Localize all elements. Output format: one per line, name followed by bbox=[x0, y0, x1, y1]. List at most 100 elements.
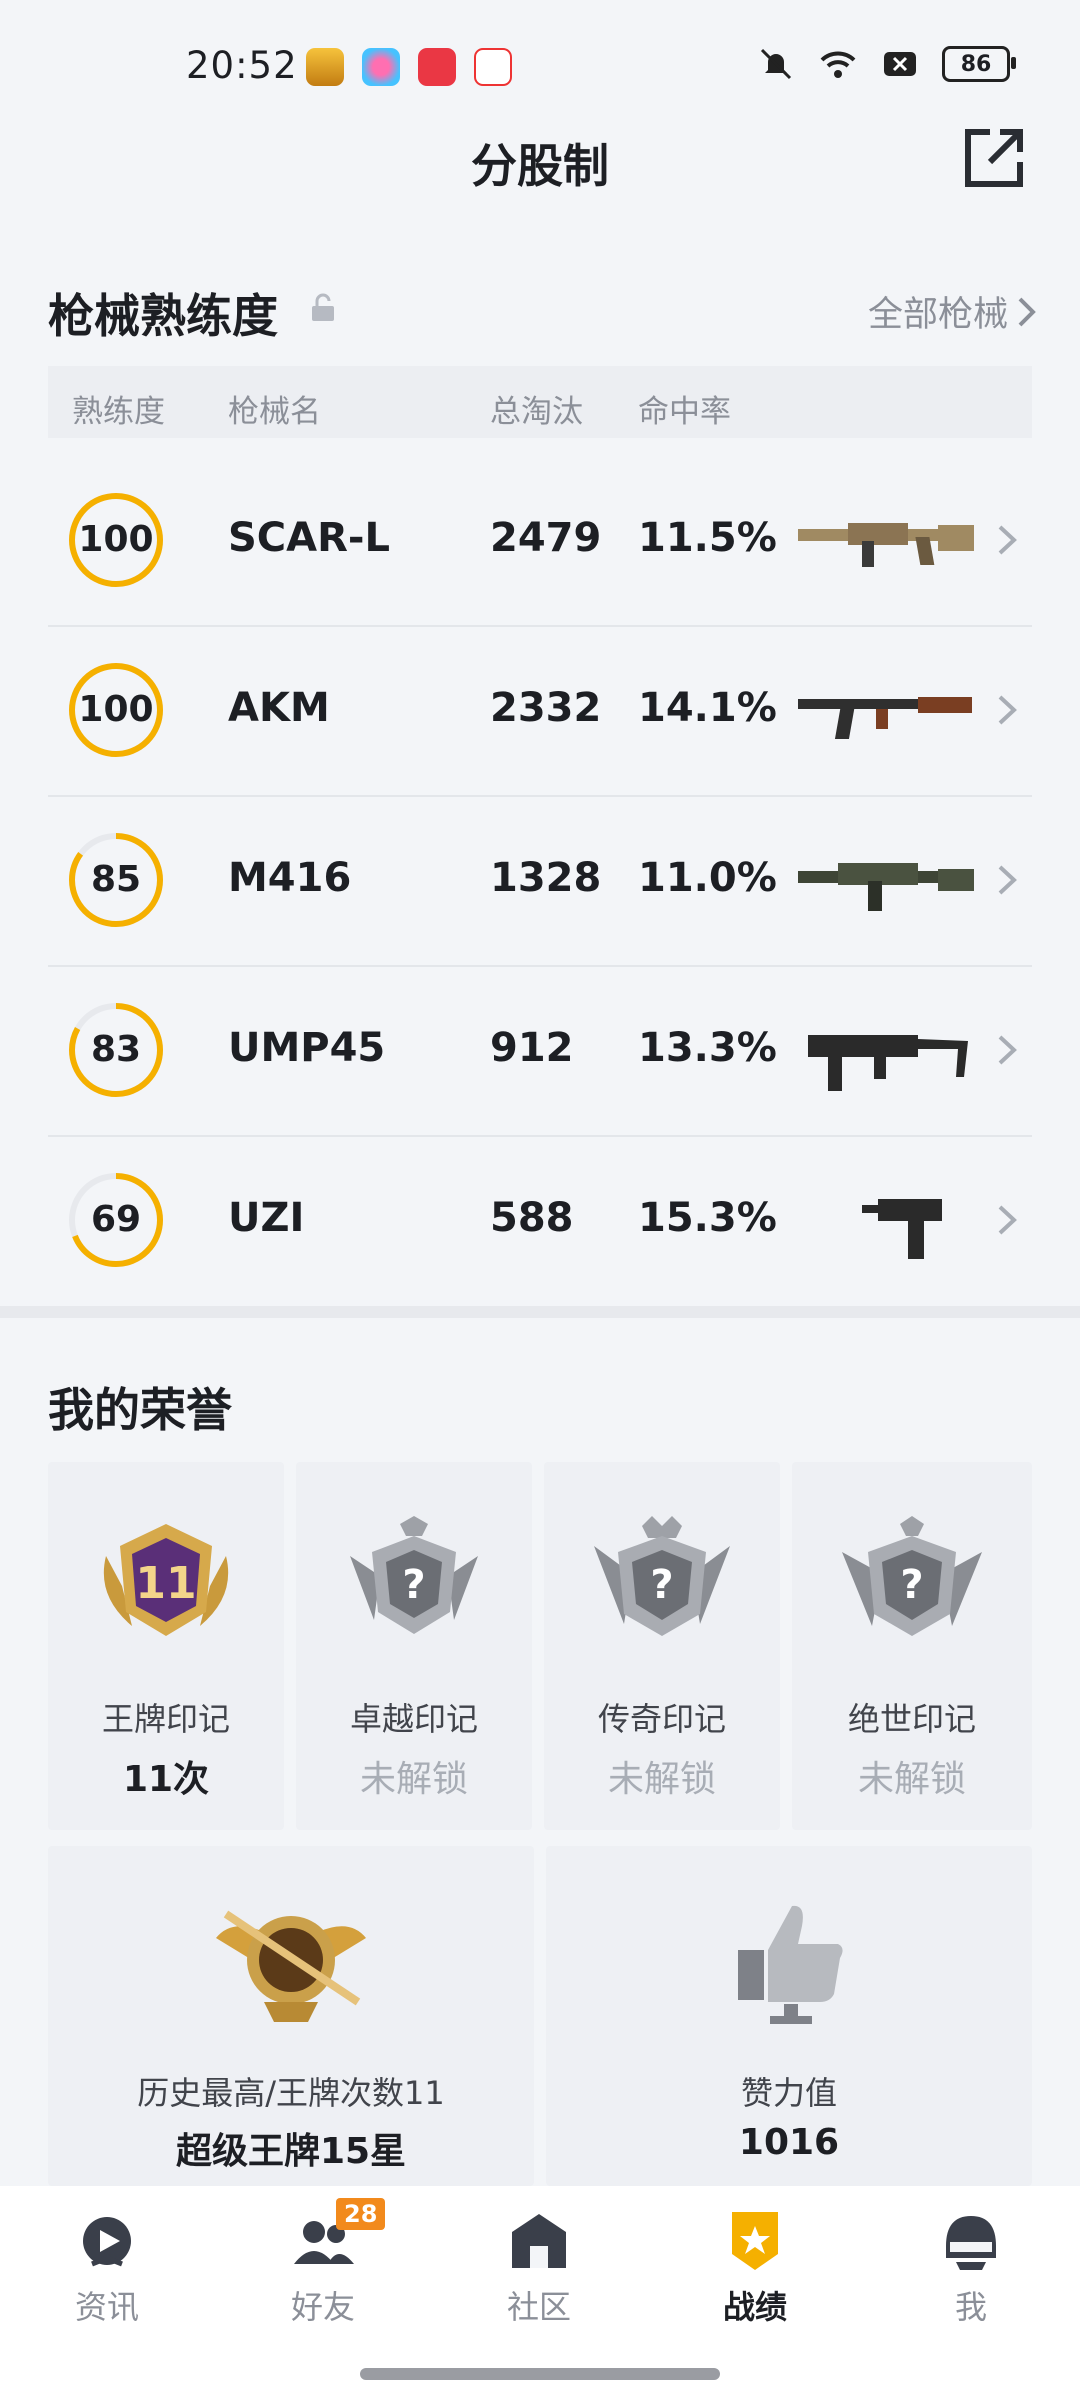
rifle-icon bbox=[798, 863, 974, 911]
battery-indicator: 86 bbox=[942, 46, 1016, 82]
helmet-avatar-icon bbox=[946, 2216, 996, 2270]
honor-name: 传奇印记 bbox=[597, 1700, 726, 1738]
weapon-name: M416 bbox=[228, 855, 352, 901]
all-weapons-link[interactable]: 全部枪械 bbox=[868, 286, 1038, 337]
stats-badge-icon bbox=[732, 2212, 778, 2270]
community-home-icon bbox=[512, 2214, 566, 2268]
unlock-icon[interactable] bbox=[310, 293, 336, 323]
rifle-icon bbox=[798, 697, 972, 739]
nav-label: 好友 bbox=[290, 2288, 355, 2326]
weapon-row[interactable]: 85 M416 1328 11.0% bbox=[48, 795, 1032, 967]
weapon-name: AKM bbox=[228, 685, 330, 731]
nav-label: 我 bbox=[954, 2288, 987, 2326]
ace-mark-badge-icon: 11 bbox=[103, 1524, 229, 1636]
honor-value: 11次 bbox=[122, 1759, 210, 1800]
chevron-right-icon bbox=[1018, 297, 1036, 326]
proficiency-value: 85 bbox=[90, 859, 142, 900]
honor-value: 未解锁 bbox=[607, 1759, 716, 1800]
honor-card-excellence[interactable]: ? 卓越印记 未解锁 bbox=[296, 1462, 532, 1830]
honor-value: 未解锁 bbox=[359, 1759, 468, 1800]
notification-icons bbox=[306, 48, 512, 86]
weapon-name: UMP45 bbox=[228, 1025, 386, 1071]
weapon-kills: 2332 bbox=[490, 685, 602, 731]
chevron-right-icon bbox=[998, 1035, 1017, 1065]
home-indicator[interactable] bbox=[360, 2368, 720, 2380]
weapon-hit-rate: 11.0% bbox=[638, 855, 777, 901]
column-header: 枪械名 bbox=[228, 394, 321, 430]
weapon-hit-rate: 13.3% bbox=[638, 1025, 777, 1071]
weapon-name: SCAR-L bbox=[228, 515, 391, 561]
app-notification-icon bbox=[306, 48, 344, 86]
honor-card-legend[interactable]: ? 传奇印记 未解锁 bbox=[544, 1462, 780, 1830]
nav-item-community[interactable]: 社区 bbox=[464, 2206, 614, 2328]
weapon-kills: 588 bbox=[490, 1195, 574, 1241]
app-header: 分股制 bbox=[0, 110, 1080, 210]
ace-mark-number: 11 bbox=[135, 1558, 196, 1609]
svg-text:?: ? bbox=[650, 1562, 673, 1608]
honor-name: 王牌印记 bbox=[101, 1700, 230, 1738]
chevron-right-icon bbox=[998, 695, 1017, 725]
mute-icon bbox=[760, 48, 792, 80]
honor-value: 超级王牌15星 bbox=[175, 2131, 407, 2172]
history-highest-card[interactable]: 历史最高/王牌次数11 超级王牌15星 bbox=[48, 1846, 534, 2186]
honor-value: 1016 bbox=[738, 2122, 840, 2163]
nav-item-friends[interactable]: 28 好友 bbox=[248, 2198, 398, 2328]
locked-mark-badge-icon: ? bbox=[842, 1516, 982, 1636]
weapon-hit-rate: 11.5% bbox=[638, 515, 777, 561]
weapon-kills: 1328 bbox=[490, 855, 602, 901]
honor-value: 未解锁 bbox=[857, 1759, 966, 1800]
nav-label: 战绩 bbox=[722, 2288, 787, 2326]
weapon-section-title: 枪械熟练度 bbox=[48, 289, 278, 343]
nav-label: 社区 bbox=[506, 2288, 571, 2326]
weapon-table-header: 熟练度 枪械名 总淘汰 命中率 bbox=[48, 366, 1032, 438]
wifi-icon bbox=[820, 51, 856, 78]
music-app-icon bbox=[418, 48, 456, 86]
rifle-icon bbox=[798, 523, 974, 567]
honor-name: 历史最高/王牌次数11 bbox=[137, 2074, 445, 2112]
weapon-row[interactable]: 69 UZI 588 15.3% bbox=[48, 1135, 1032, 1305]
svg-text:?: ? bbox=[900, 1562, 923, 1608]
weapon-hit-rate: 15.3% bbox=[638, 1195, 777, 1241]
proficiency-value: 100 bbox=[78, 689, 154, 730]
weapon-kills: 2479 bbox=[490, 515, 602, 561]
column-header: 总淘汰 bbox=[490, 394, 583, 430]
friends-badge: 28 bbox=[336, 2198, 386, 2230]
svg-text:?: ? bbox=[402, 1562, 425, 1608]
proficiency-value: 100 bbox=[78, 519, 154, 560]
weapon-kills: 912 bbox=[490, 1025, 574, 1071]
honor-name: 卓越印记 bbox=[349, 1700, 478, 1738]
smg-icon bbox=[808, 1035, 968, 1091]
column-header: 命中率 bbox=[638, 394, 731, 430]
locked-mark-badge-icon: ? bbox=[594, 1516, 730, 1636]
weapon-name: UZI bbox=[228, 1195, 305, 1241]
honor-name: 绝世印记 bbox=[847, 1700, 976, 1738]
nav-item-news[interactable]: 资讯 bbox=[32, 2206, 182, 2328]
app-notification-icon bbox=[474, 48, 512, 86]
proficiency-value: 83 bbox=[90, 1029, 142, 1070]
app-notification-icon bbox=[362, 48, 400, 86]
nav-label: 资讯 bbox=[74, 2288, 139, 2326]
nav-item-stats[interactable]: 战绩 bbox=[680, 2206, 830, 2328]
chevron-right-icon bbox=[998, 525, 1017, 555]
all-weapons-label: 全部枪械 bbox=[867, 295, 1008, 335]
column-header: 熟练度 bbox=[72, 394, 165, 430]
honor-card-peerless[interactable]: ? 绝世印记 未解锁 bbox=[792, 1462, 1032, 1830]
chevron-right-icon bbox=[998, 1205, 1017, 1235]
proficiency-value: 69 bbox=[90, 1199, 142, 1240]
chevron-right-icon bbox=[998, 865, 1017, 895]
weapon-row[interactable]: 83 UMP45 912 13.3% bbox=[48, 965, 1032, 1137]
weapon-hit-rate: 14.1% bbox=[638, 685, 777, 731]
share-icon[interactable] bbox=[960, 124, 1028, 192]
pistol-smg-icon bbox=[862, 1199, 942, 1259]
weapon-row[interactable]: 100 SCAR-L 2479 11.5% bbox=[48, 455, 1032, 627]
honor-card-ace[interactable]: 11 王牌印记 11次 bbox=[48, 1462, 284, 1830]
likes-card[interactable]: 赞力值 1016 bbox=[546, 1846, 1032, 2186]
honor-section-title: 我的荣誉 bbox=[48, 1383, 232, 1437]
honor-name: 赞力值 bbox=[740, 2074, 837, 2112]
sim-icon bbox=[884, 52, 916, 76]
locked-mark-badge-icon: ? bbox=[350, 1516, 478, 1634]
clock: 20:52 bbox=[186, 44, 298, 87]
thumbs-up-icon bbox=[738, 1905, 843, 2024]
nav-item-me[interactable]: 我 bbox=[896, 2206, 1046, 2328]
weapon-row[interactable]: 100 AKM 2332 14.1% bbox=[48, 625, 1032, 797]
